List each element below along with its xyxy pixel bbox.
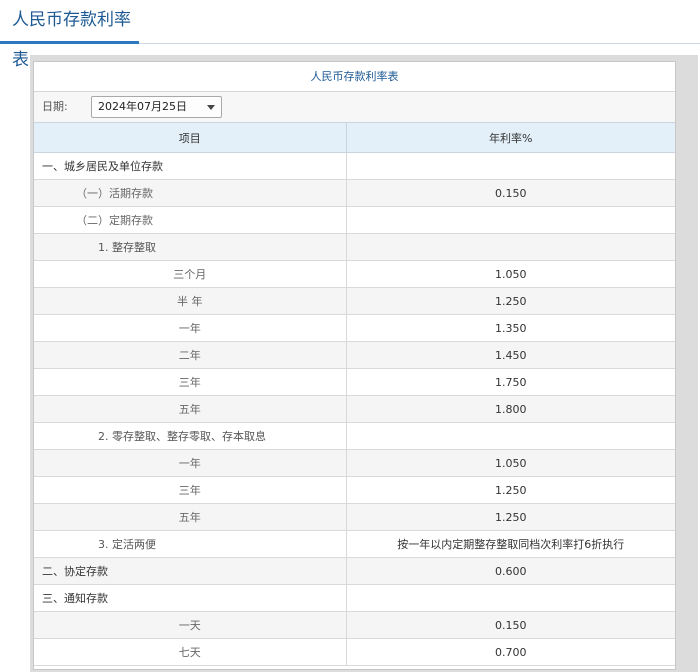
table-row: 七天 0.700	[34, 638, 675, 666]
table-row: 一天 0.150	[34, 611, 675, 639]
row-rate: 1.250	[346, 476, 675, 504]
row-label: 五年	[34, 395, 347, 423]
table-row: 半 年 1.250	[34, 287, 675, 315]
table-row: 二、协定存款 0.600	[34, 557, 675, 585]
date-select[interactable]: 2024年07月25日	[91, 96, 222, 118]
rate-table: 项目 年利率% 一、城乡居民及单位存款 （一）活期存款 0.150 （二）定期存款 1.…	[34, 123, 675, 666]
row-rate: 0.150	[346, 179, 675, 207]
table-row: 三、通知存款	[34, 584, 675, 612]
table-row: 3. 定活两便 按一年以内定期整存整取同档次利率打6折执行	[34, 530, 675, 558]
row-label: 半 年	[34, 287, 347, 315]
rate-table-body: 一、城乡居民及单位存款 （一）活期存款 0.150 （二）定期存款 1. 整存整取 三个月…	[34, 152, 675, 666]
row-rate: 1.050	[346, 449, 675, 477]
row-rate: 1.800	[346, 395, 675, 423]
table-row: 一、城乡居民及单位存款	[34, 152, 675, 180]
row-rate: 1.750	[346, 368, 675, 396]
row-rate: 1.350	[346, 314, 675, 342]
column-header-item: 项目	[34, 123, 347, 153]
row-rate: 1.250	[346, 503, 675, 531]
date-label: 日期:	[42, 100, 68, 113]
table-row: 三年 1.250	[34, 476, 675, 504]
chevron-down-icon[interactable]	[207, 105, 215, 110]
row-label: 2. 零存整取、整存零取、存本取息	[34, 422, 347, 450]
row-label: （一）活期存款	[34, 179, 347, 207]
table-row: 三年 1.750	[34, 368, 675, 396]
page-header: 人民币存款利率表	[0, 0, 700, 70]
rate-table-container: 人民币存款利率表 日期: 2024年07月25日 项目 年利率% 一、城乡居民及…	[30, 55, 698, 672]
row-rate: 0.700	[346, 638, 675, 666]
table-row: 三个月 1.050	[34, 260, 675, 288]
table-row: 一年 1.350	[34, 314, 675, 342]
row-rate	[346, 206, 675, 234]
row-label: 一天	[34, 611, 347, 639]
row-label: 三年	[34, 476, 347, 504]
row-rate	[346, 152, 675, 180]
table-row: 1. 整存整取	[34, 233, 675, 261]
row-label: 一年	[34, 449, 347, 477]
row-rate: 按一年以内定期整存整取同档次利率打6折执行	[346, 530, 675, 558]
table-row: 二年 1.450	[34, 341, 675, 369]
row-rate: 1.250	[346, 287, 675, 315]
row-label: 3. 定活两便	[34, 530, 347, 558]
row-label: 一、城乡居民及单位存款	[34, 152, 347, 180]
row-rate: 0.150	[346, 611, 675, 639]
row-label: 三年	[34, 368, 347, 396]
row-rate: 0.600	[346, 557, 675, 585]
row-rate: 1.450	[346, 341, 675, 369]
row-label: 一年	[34, 314, 347, 342]
rate-table-panel: 人民币存款利率表 日期: 2024年07月25日 项目 年利率% 一、城乡居民及…	[33, 61, 676, 670]
date-filter-row: 日期: 2024年07月25日	[34, 92, 675, 123]
row-rate	[346, 233, 675, 261]
row-label: 五年	[34, 503, 347, 531]
row-rate	[346, 422, 675, 450]
column-header-rate: 年利率%	[346, 123, 675, 153]
table-row: 五年 1.800	[34, 395, 675, 423]
row-label: 三个月	[34, 260, 347, 288]
table-row: 2. 零存整取、整存零取、存本取息	[34, 422, 675, 450]
row-label: 三、通知存款	[34, 584, 347, 612]
table-row: 五年 1.250	[34, 503, 675, 531]
row-label: （二）定期存款	[34, 206, 347, 234]
table-row: （一）活期存款 0.150	[34, 179, 675, 207]
table-header-row: 项目 年利率%	[34, 123, 675, 153]
row-rate	[346, 584, 675, 612]
row-label: 二、协定存款	[34, 557, 347, 585]
row-label: 七天	[34, 638, 347, 666]
row-rate: 1.050	[346, 260, 675, 288]
page-title: 人民币存款利率表	[0, 0, 139, 70]
row-label: 二年	[34, 341, 347, 369]
table-caption: 人民币存款利率表	[34, 62, 675, 92]
table-row: （二）定期存款	[34, 206, 675, 234]
table-row: 一年 1.050	[34, 449, 675, 477]
date-select-value: 2024年07月25日	[98, 100, 187, 113]
row-label: 1. 整存整取	[34, 233, 347, 261]
